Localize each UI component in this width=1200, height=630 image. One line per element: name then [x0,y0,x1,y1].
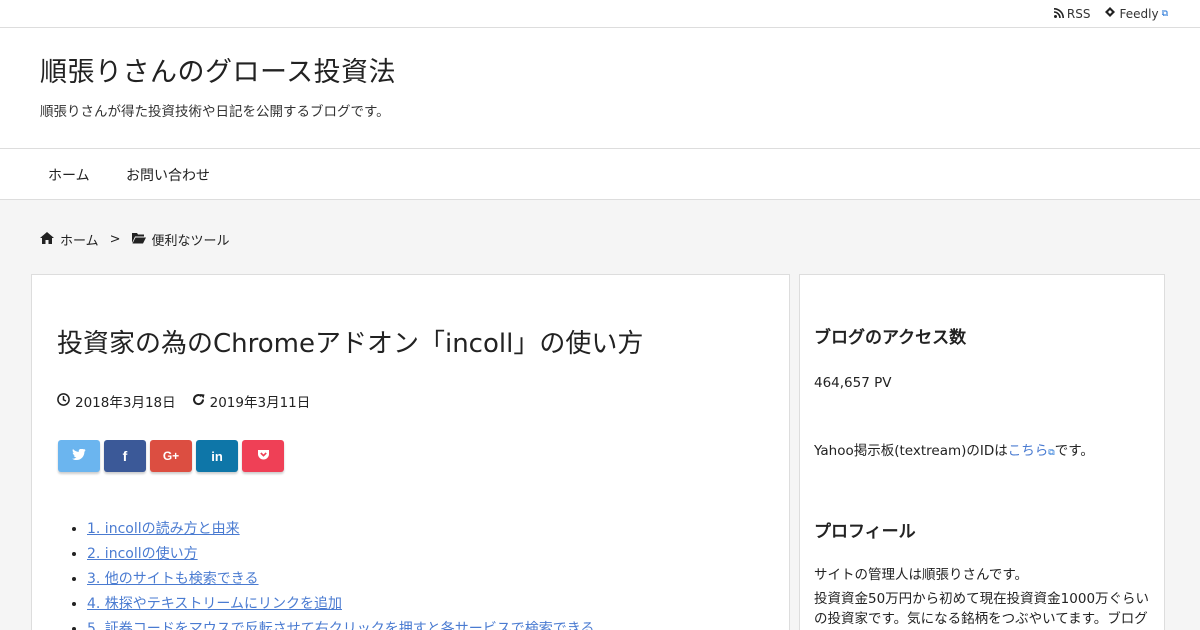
toc-item: 4. 株探やテキストリームにリンクを追加 [87,594,595,619]
google-plus-share-button[interactable]: G+ [150,440,192,472]
facebook-icon: f [122,448,128,464]
yahoo-prefix: Yahoo掲示板(textream)のIDは [814,443,1008,459]
toc-link[interactable]: 5. 証券コードをマウスで反転させて右クリックを押すと各サービスで検索できる [87,621,595,630]
site-title[interactable]: 順張りさんのグロース投資法 [40,50,396,89]
rss-label: RSS [1066,6,1091,21]
main-nav: ホーム お問い合わせ [0,148,1200,200]
home-icon [40,231,54,248]
breadcrumb-separator: > [109,232,121,247]
yahoo-suffix: です。 [1054,443,1094,459]
rss-link[interactable]: RSS [1053,6,1091,21]
yahoo-link[interactable]: こちら [1008,443,1049,459]
breadcrumb: ホーム > 便利なツール [40,230,230,249]
access-count: 464,657 PV [814,375,892,391]
toc-link[interactable]: 3. 他のサイトも検索できる [87,571,259,587]
toc-link[interactable]: 1. incollの読み方と由来 [87,521,240,537]
table-of-contents: 1. incollの読み方と由来 2. incollの使い方 3. 他のサイトも… [87,519,595,630]
breadcrumb-category[interactable]: 便利なツール [152,230,230,249]
linkedin-share-button[interactable]: in [196,440,238,472]
share-buttons: f G+ in [58,440,284,472]
pocket-icon [257,448,270,464]
top-links: RSS Feedly ⧉ [1053,6,1168,21]
post-dates: 2018年3月18日 2019年3月11日 [57,391,310,411]
clock-icon [57,392,70,410]
toc-item: 2. incollの使い方 [87,544,595,569]
twitter-share-button[interactable] [58,440,100,472]
profile-line2: 投資資金50万円から初めて現在投資資金1000万ぐらいの投資家です。気になる銘柄… [814,591,1150,627]
linkedin-icon: in [211,448,223,464]
published-date: 2018年3月18日 [75,395,176,411]
nav-item-home[interactable]: ホーム [48,165,90,185]
yahoo-id-text: Yahoo掲示板(textream)のIDはこちら⧉です。 [814,439,1094,459]
profile-line1: サイトの管理人は順張りさんです。 [814,567,1028,583]
toc-item: 3. 他のサイトも検索できる [87,569,595,594]
toc-link[interactable]: 2. incollの使い方 [87,546,198,562]
facebook-share-button[interactable]: f [104,440,146,472]
access-heading: ブログのアクセス数 [814,328,967,348]
feedly-link[interactable]: Feedly ⧉ [1104,6,1168,21]
breadcrumb-home[interactable]: ホーム [60,230,99,249]
refresh-icon [192,393,205,410]
site-header: 順張りさんのグロース投資法 順張りさんが得た投資技術や日記を公開するブログです。 [0,28,1200,148]
feedly-label: Feedly [1119,6,1159,21]
twitter-icon [72,448,86,464]
rss-icon [1053,7,1064,21]
profile-heading: プロフィール [814,522,916,542]
toc-item: 5. 証券コードをマウスで反転させて右クリックを押すと各サービスで検索できる [87,619,595,630]
top-bar: RSS Feedly ⧉ [0,0,1200,28]
pocket-share-button[interactable] [242,440,284,472]
external-link-icon: ⧉ [1161,8,1168,19]
nav-item-contact[interactable]: お問い合わせ [126,165,210,185]
main-content: 投資家の為のChromeアドオン「incoll」の使い方 2018年3月18日 … [31,274,790,630]
folder-open-icon [131,232,146,248]
toc-link[interactable]: 4. 株探やテキストリームにリンクを追加 [87,596,342,612]
post-title: 投資家の為のChromeアドオン「incoll」の使い方 [57,329,644,359]
toc-item: 1. incollの読み方と由来 [87,519,595,544]
feedly-icon [1104,6,1116,21]
sidebar: ブログのアクセス数 464,657 PV Yahoo掲示板(textream)の… [799,274,1165,630]
updated-date: 2019年3月11日 [209,395,311,411]
site-description: 順張りさんが得た投資技術や日記を公開するブログです。 [40,104,390,120]
google-plus-icon: G+ [162,449,180,463]
